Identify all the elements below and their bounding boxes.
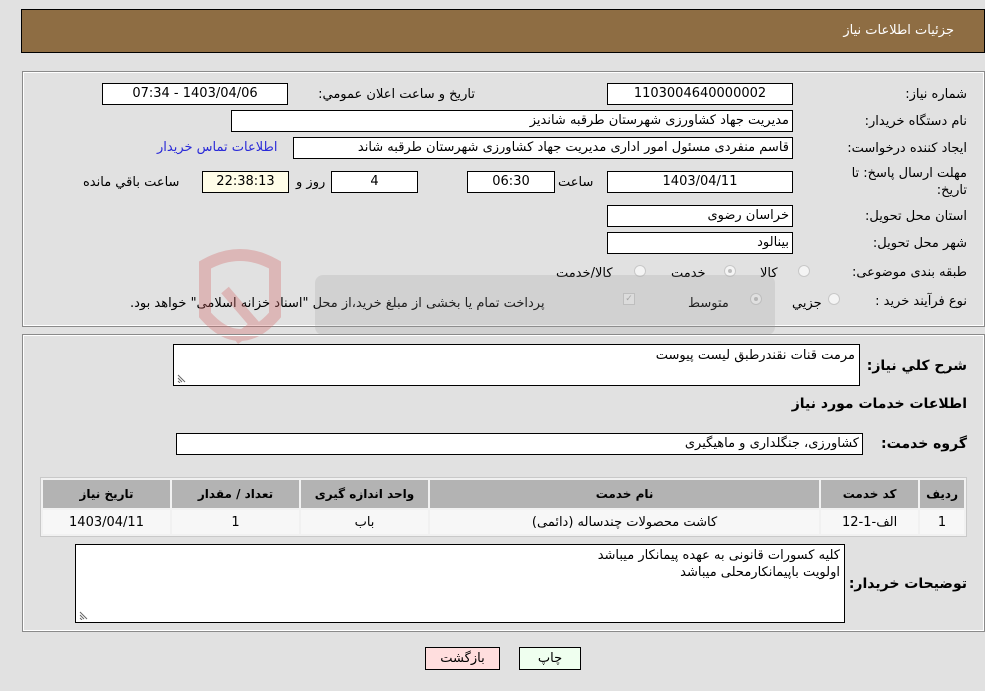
page-header: جزئیات اطلاعات نیاز bbox=[21, 9, 985, 53]
col-quantity: تعداد / مقدار bbox=[172, 480, 299, 508]
treasury-note: پرداخت تمام یا بخشی از مبلغ خرید،از محل … bbox=[130, 296, 545, 311]
resize-grip-icon[interactable] bbox=[177, 374, 186, 383]
deadline-time-label: ساعت bbox=[558, 175, 594, 190]
remaining-time-field: 22:38:13 bbox=[202, 171, 289, 193]
services-section-title: اطلاعات خدمات مورد نیاز bbox=[791, 396, 967, 412]
resize-grip-icon[interactable] bbox=[79, 611, 88, 620]
buyer-notes-line: کلیه کسورات قانونی به عهده پیمانکار میبا… bbox=[597, 548, 840, 563]
description-text: مرمت قنات نقندرطبق لیست پیوست bbox=[655, 348, 855, 363]
back-button[interactable]: بازگشت bbox=[425, 647, 500, 670]
col-unit: واحد اندازه گیری bbox=[301, 480, 428, 508]
buyer-org-label: نام دستگاه خریدار: bbox=[864, 114, 967, 129]
province-field: خراسان رضوی bbox=[607, 205, 793, 227]
cell-service-name: کاشت محصولات چندساله (دائمی) bbox=[430, 510, 820, 534]
requester-field: قاسم منفردی مسئول امور اداری مدیریت جهاد… bbox=[293, 137, 793, 159]
purchase-option-minor: جزيي bbox=[792, 296, 822, 311]
deadline-label: مهلت ارسال پاسخ: تا تاریخ: bbox=[851, 166, 967, 198]
service-group-label: گروه خدمت: bbox=[881, 436, 967, 452]
remaining-label: ساعت باقي مانده bbox=[83, 175, 180, 190]
category-label: طبقه بندی موضوعی: bbox=[851, 265, 967, 280]
category-option-goods-service: کالا/خدمت bbox=[556, 266, 613, 281]
cell-quantity: 1 bbox=[172, 510, 299, 534]
category-radio-goods-service[interactable] bbox=[634, 265, 646, 277]
buyer-contact-link[interactable]: اطلاعات تماس خریدار bbox=[157, 140, 277, 155]
requester-label: ایجاد کننده درخواست: bbox=[847, 141, 967, 156]
cell-service-code: الف-1-12 bbox=[821, 510, 919, 534]
table-header-row: ردیف کد خدمت نام خدمت واحد اندازه گیری ت… bbox=[43, 480, 964, 508]
remaining-days-field: 4 bbox=[331, 171, 418, 193]
cell-need-date: 1403/04/11 bbox=[43, 510, 170, 534]
buyer-notes-label: توضیحات خریدار: bbox=[848, 576, 967, 592]
cell-unit: باب bbox=[301, 510, 428, 534]
col-need-date: تاریخ نیاز bbox=[43, 480, 170, 508]
buyer-notes-line: اولویت باپیمانکارمحلی میباشد bbox=[680, 565, 840, 580]
col-row-number: ردیف bbox=[920, 480, 964, 508]
purchase-radio-medium[interactable] bbox=[750, 293, 762, 305]
col-service-code: کد خدمت bbox=[821, 480, 919, 508]
services-table: ردیف کد خدمت نام خدمت واحد اندازه گیری ت… bbox=[40, 477, 967, 537]
purchase-type-label: نوع فرآیند خرید : bbox=[875, 294, 967, 309]
buyer-notes-textarea[interactable]: کلیه کسورات قانونی به عهده پیمانکار میبا… bbox=[75, 544, 845, 623]
need-number-field: 1103004640000002 bbox=[607, 83, 793, 105]
print-button[interactable]: چاپ bbox=[519, 647, 581, 670]
description-textarea[interactable]: مرمت قنات نقندرطبق لیست پیوست bbox=[173, 344, 860, 386]
treasury-checkbox[interactable]: ✓ bbox=[623, 293, 635, 305]
description-label: شرح كلي نیاز: bbox=[866, 358, 967, 374]
col-service-name: نام خدمت bbox=[430, 480, 820, 508]
buyer-org-field: مدیریت جهاد کشاورزی شهرستان طرقبه شاندیز bbox=[231, 110, 793, 132]
category-option-service: خدمت bbox=[671, 266, 706, 281]
announce-datetime-label: تاریخ و ساعت اعلان عمومي: bbox=[318, 87, 475, 102]
purchase-option-medium: متوسط bbox=[688, 296, 729, 311]
city-field: بینالود bbox=[607, 232, 793, 254]
deadline-time-field: 06:30 bbox=[467, 171, 555, 193]
province-label: استان محل تحویل: bbox=[865, 209, 967, 224]
purchase-radio-minor[interactable] bbox=[828, 293, 840, 305]
deadline-date-field: 1403/04/11 bbox=[607, 171, 793, 193]
city-label: شهر محل تحویل: bbox=[872, 236, 967, 251]
announce-datetime-field: 1403/04/06 - 07:34 bbox=[102, 83, 288, 105]
category-radio-service[interactable] bbox=[724, 265, 736, 277]
days-label: روز و bbox=[296, 175, 326, 190]
need-number-label: شماره نیاز: bbox=[905, 87, 967, 102]
category-option-goods: کالا bbox=[760, 266, 778, 281]
page-title: جزئیات اطلاعات نیاز bbox=[843, 23, 954, 38]
service-group-field: کشاورزی، جنگلداری و ماهیگیری bbox=[176, 433, 863, 455]
cell-row-number: 1 bbox=[920, 510, 964, 534]
category-radio-goods[interactable] bbox=[798, 265, 810, 277]
table-row: 1 الف-1-12 کاشت محصولات چندساله (دائمی) … bbox=[43, 510, 964, 534]
